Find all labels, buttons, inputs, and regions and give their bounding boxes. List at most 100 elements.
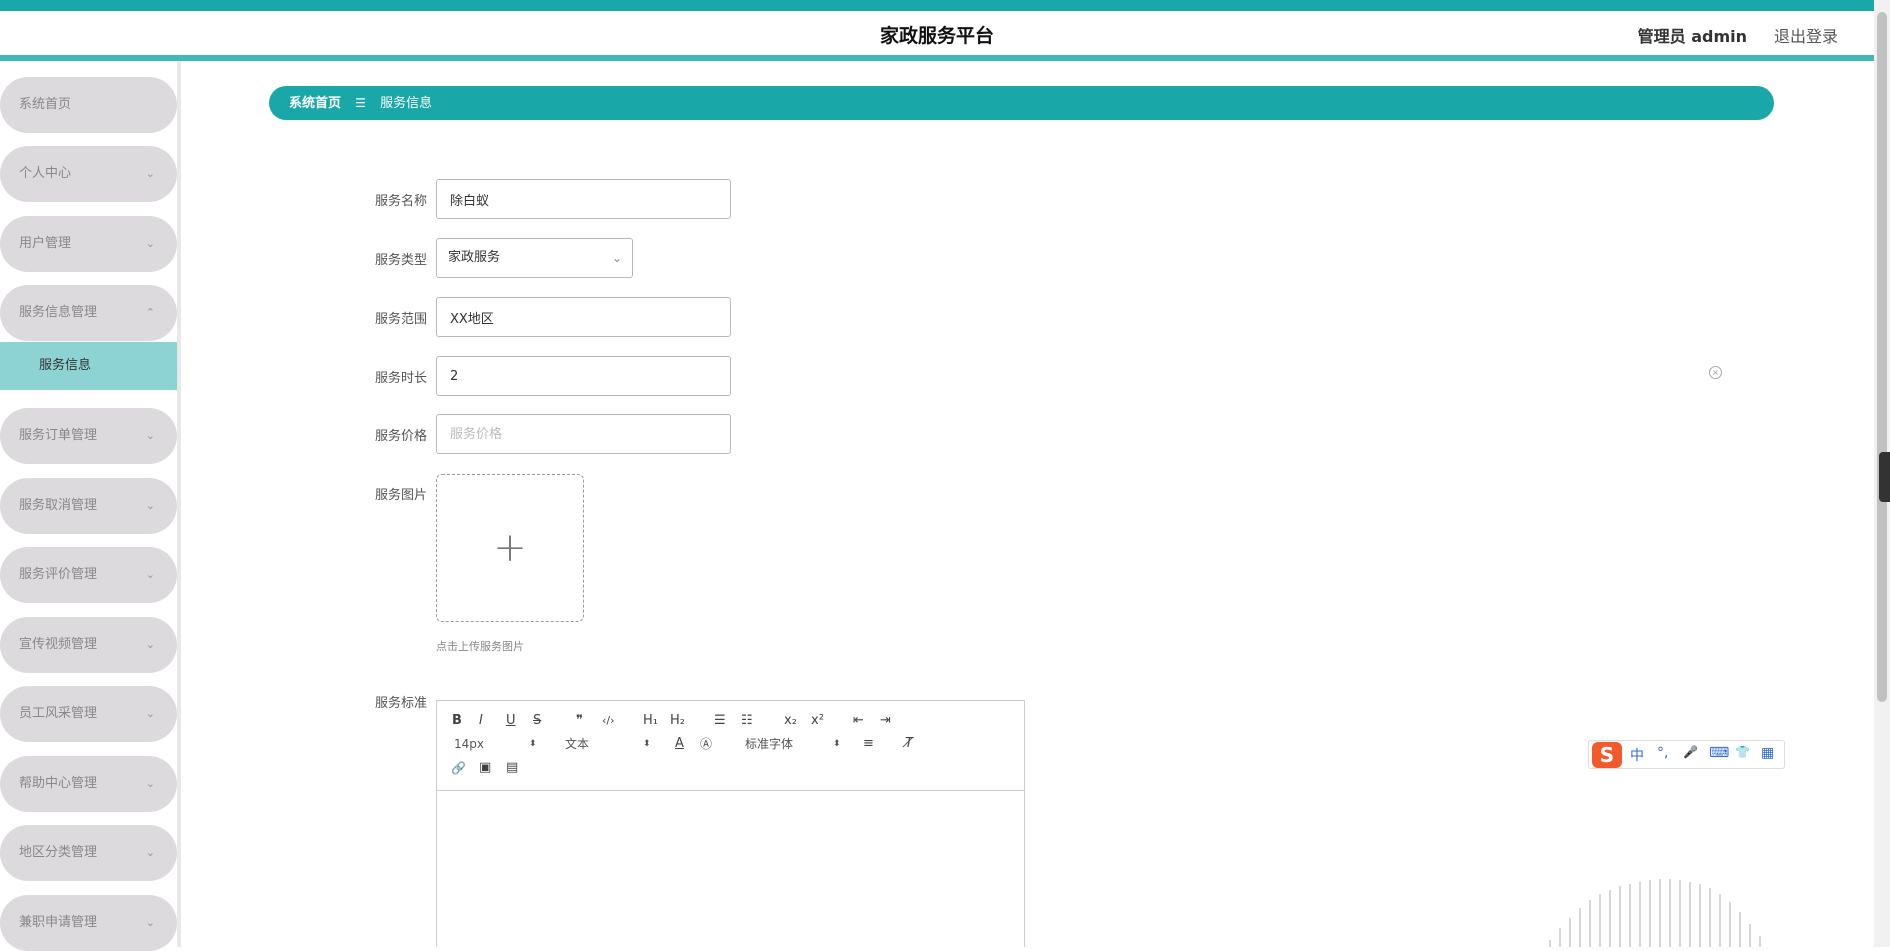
bold-button[interactable]: B [452,712,462,730]
editor-toolbar: B I U S ❞ ‹/› H₁ H₂ ☰ ☷ x₂ x² ⇤ ⇥ 14px ⬍… [437,701,1024,791]
sidebar-item-label: 个人中心 [19,166,72,181]
sidebar-item-label: 服务信息管理 [19,305,98,320]
service-duration-label: 服务时长 [374,371,427,386]
blockquote-button[interactable]: ❞ [576,712,583,730]
chevron-down-icon: ⌄ [145,499,155,512]
background-color-button[interactable]: Ⓐ [700,735,712,753]
ordered-list-button[interactable]: ☰ [714,712,726,730]
ime-punctuation-icon[interactable]: °, [1657,745,1668,761]
chevron-updown-icon: ⬍ [643,739,651,749]
font-family-select[interactable]: 标准字体 ⬍ [745,735,845,753]
toolbox-icon[interactable]: ▦ [1761,745,1774,761]
current-user-label: 管理员 admin [1637,27,1747,46]
sidebar-item-user-management[interactable]: 用户管理 ⌄ [0,216,177,272]
chevron-down-icon: ⌄ [145,638,155,651]
sidebar-item-service-review-management[interactable]: 服务评价管理 ⌄ [0,547,177,603]
ime-toolbar: S 中 °, 🎤 ⌨ 👕 ▦ [1588,740,1785,769]
service-range-label: 服务范围 [374,312,427,327]
text-type-value: 文本 [565,737,590,751]
close-icon[interactable]: × [1709,366,1722,379]
outdent-button[interactable]: ⇤ [853,712,864,730]
header-divider [0,55,1874,61]
skin-icon[interactable]: 👕 [1735,745,1750,759]
service-type-select[interactable]: 家政服务 ⌄ [436,238,633,278]
sidebar: 系统首页 个人中心 ⌄ 用户管理 ⌄ 服务信息管理 ⌃ 服务信息 服务订单管理 … [0,61,181,951]
chevron-down-icon: ⌄ [145,916,155,929]
font-size-select[interactable]: 14px ⬍ [454,735,539,753]
ime-chinese-mode-icon[interactable]: 中 [1630,745,1644,765]
service-standard-label: 服务标准 [374,696,427,711]
upload-hint: 点击上传服务图片 [436,640,524,653]
top-accent-strip [0,0,1874,11]
superscript-button[interactable]: x² [811,712,824,730]
text-type-select[interactable]: 文本 ⬍ [565,735,651,753]
decorative-lines [1549,879,1761,947]
chevron-updown-icon: ⬍ [529,739,537,749]
chevron-down-icon: ⌄ [145,707,155,720]
chevron-down-icon: ⌄ [611,251,622,265]
breadcrumb: 系统首页 ☰ 服务信息 [269,86,1774,120]
side-collapse-tab[interactable] [1879,452,1890,502]
sidebar-item-label: 兼职申请管理 [19,915,98,930]
sidebar-item-label: 用户管理 [19,236,72,251]
sidebar-item-home[interactable]: 系统首页 [0,77,177,133]
link-button[interactable]: 🔗 [451,759,466,777]
strike-button[interactable]: S [533,712,541,730]
sidebar-item-label: 员工风采管理 [19,706,98,721]
service-image-label: 服务图片 [374,488,427,503]
chevron-down-icon: ⌄ [145,237,155,250]
heading1-button[interactable]: H₁ [643,712,658,730]
service-name-input[interactable] [436,179,731,219]
service-type-value: 家政服务 [448,250,501,265]
sidebar-item-label: 帮助中心管理 [19,776,98,791]
service-name-label: 服务名称 [374,194,427,209]
sidebar-subitem-service-info[interactable]: 服务信息 [0,342,177,390]
sidebar-item-part-time-application-management[interactable]: 兼职申请管理 ⌄ [0,895,177,951]
sidebar-item-personal-center[interactable]: 个人中心 ⌄ [0,146,177,202]
italic-button[interactable]: I [479,712,483,730]
breadcrumb-home[interactable]: 系统首页 [289,96,341,111]
clear-format-button[interactable]: T̸ [905,735,913,753]
chevron-down-icon: ⌄ [145,568,155,581]
image-upload-button[interactable]: + [436,474,584,622]
header: 家政服务平台 管理员 admin 退出登录 [0,11,1874,56]
underline-button[interactable]: U [506,712,516,730]
chevron-down-icon: ⌄ [145,777,155,790]
font-color-button[interactable]: A [675,735,684,753]
sidebar-item-label: 服务取消管理 [19,498,98,513]
sidebar-item-service-order-management[interactable]: 服务订单管理 ⌄ [0,408,177,464]
rich-text-editor: B I U S ❞ ‹/› H₁ H₂ ☰ ☷ x₂ x² ⇤ ⇥ 14px ⬍… [436,700,1025,947]
service-duration-input[interactable] [436,356,731,396]
microphone-icon[interactable]: 🎤 [1683,745,1698,759]
indent-button[interactable]: ⇥ [880,712,891,730]
service-price-input[interactable] [436,414,731,454]
code-block-button[interactable]: ‹/› [602,712,615,730]
sidebar-item-label: 服务评价管理 [19,567,98,582]
sidebar-item-label: 系统首页 [19,97,72,112]
sidebar-item-label: 地区分类管理 [19,845,98,860]
sidebar-item-help-center-management[interactable]: 帮助中心管理 ⌄ [0,756,177,812]
image-button[interactable]: ▣ [479,759,491,777]
sidebar-item-label: 宣传视频管理 [19,637,98,652]
logout-link[interactable]: 退出登录 [1774,23,1838,47]
chevron-down-icon: ⌄ [145,429,155,442]
heading2-button[interactable]: H₂ [670,712,685,730]
sidebar-item-staff-showcase-management[interactable]: 员工风采管理 ⌄ [0,686,177,742]
service-price-label: 服务价格 [374,429,427,444]
bullet-list-button[interactable]: ☷ [741,712,753,730]
service-range-input[interactable] [436,297,731,337]
font-size-value: 14px [454,737,484,751]
sidebar-item-service-info-management[interactable]: 服务信息管理 ⌃ [0,285,177,341]
sogou-logo-icon[interactable]: S [1592,742,1622,768]
scrollbar-thumb[interactable] [1877,12,1887,702]
sidebar-item-promo-video-management[interactable]: 宣传视频管理 ⌄ [0,617,177,673]
keyboard-icon[interactable]: ⌨ [1709,745,1729,761]
sidebar-item-service-cancel-management[interactable]: 服务取消管理 ⌄ [0,478,177,534]
align-button[interactable]: ≡ [863,735,874,753]
editor-content-area[interactable] [437,792,1024,948]
video-button[interactable]: ▤ [506,759,518,777]
breadcrumb-separator-icon: ☰ [355,96,366,110]
subscript-button[interactable]: x₂ [784,712,797,730]
font-family-value: 标准字体 [745,737,794,751]
sidebar-item-region-category-management[interactable]: 地区分类管理 ⌄ [0,825,177,881]
